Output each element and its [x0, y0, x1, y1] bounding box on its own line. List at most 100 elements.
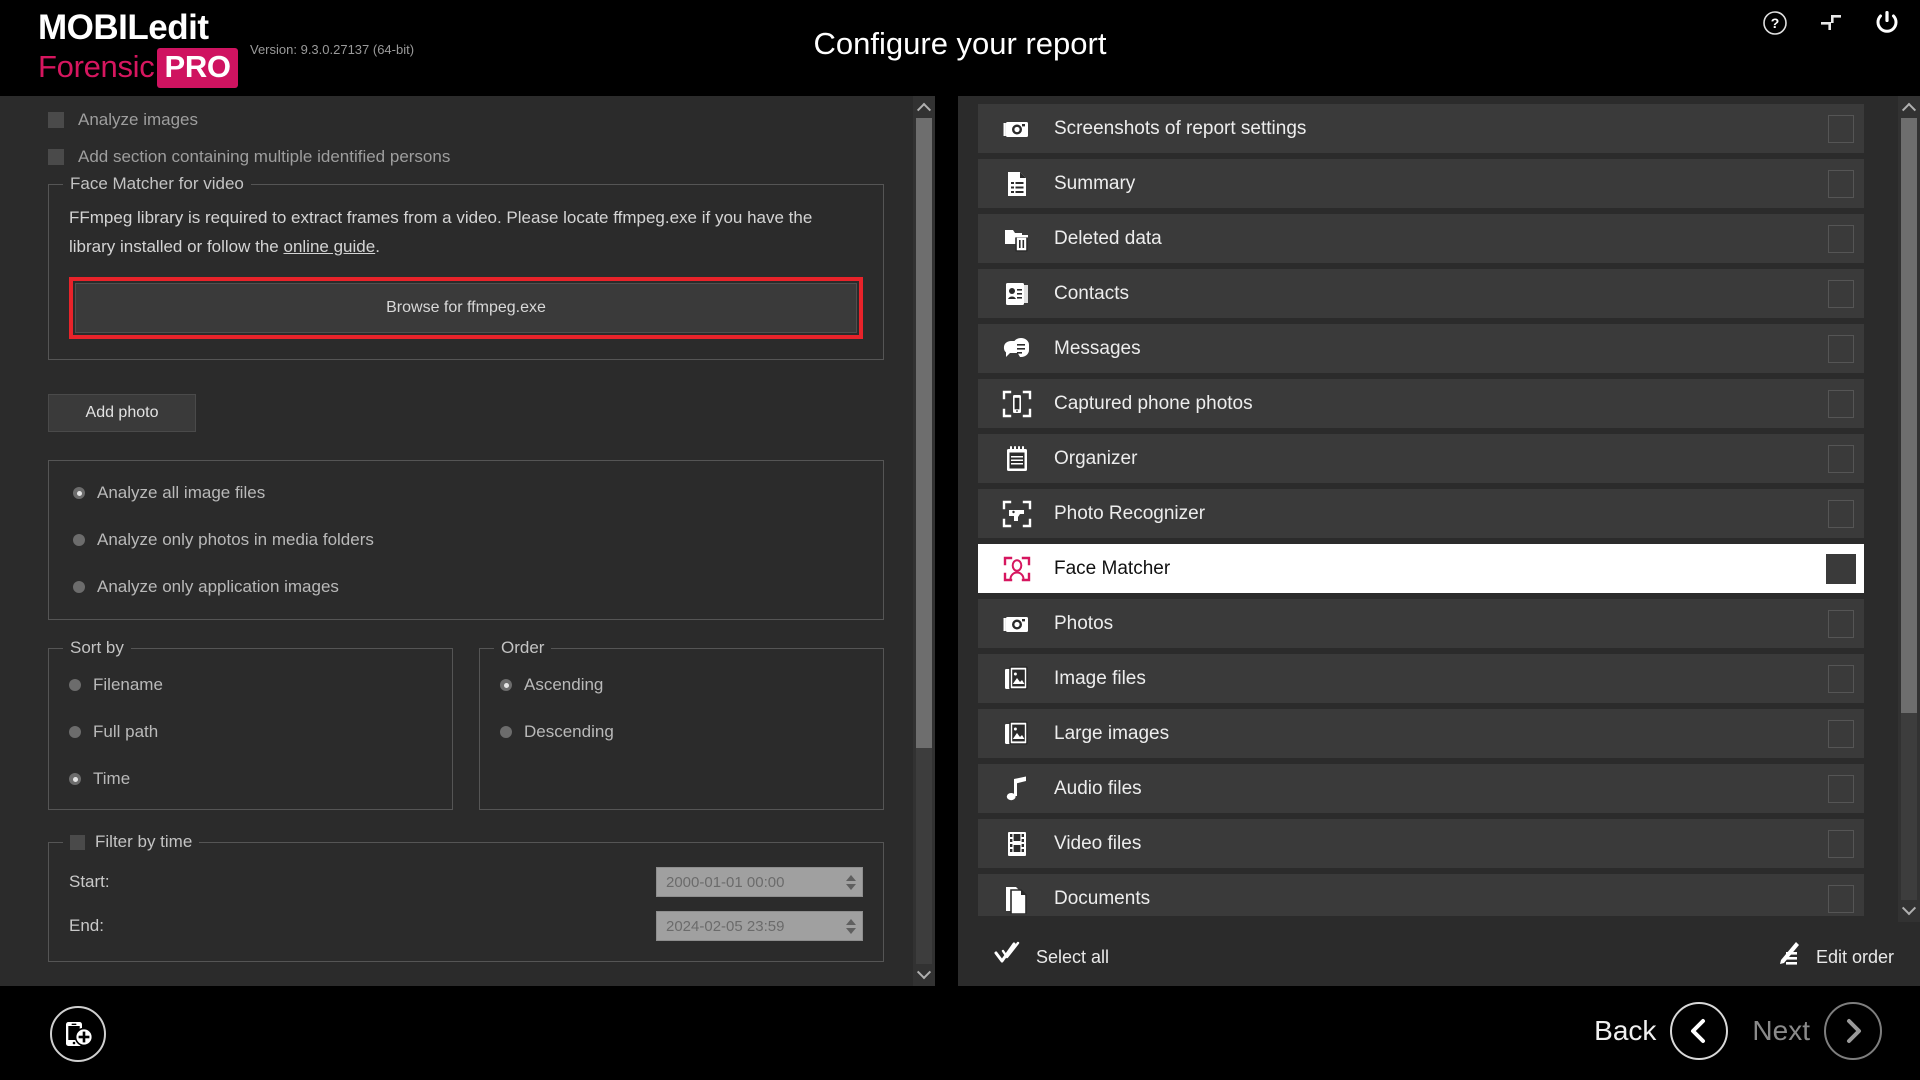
report-section-row[interactable]: Audio files	[978, 764, 1864, 813]
scroll-down-arrow[interactable]	[1898, 900, 1920, 922]
radio-sort-full-path[interactable]: Full path	[69, 722, 432, 742]
chevron-up-icon	[1902, 103, 1916, 117]
report-section-label: Video files	[1054, 833, 1141, 855]
help-circle-icon[interactable]: ?	[1758, 6, 1792, 40]
report-sections-list[interactable]: Screenshots of report settings Summary Del…	[958, 104, 1878, 916]
radio-order-descending[interactable]: Descending	[500, 722, 863, 742]
checkbox-box[interactable]	[48, 149, 64, 165]
wizard-navigation: Back Next	[1594, 1002, 1882, 1060]
add-photo-button[interactable]: Add photo	[48, 394, 196, 432]
report-section-checkbox[interactable]	[1828, 775, 1854, 803]
report-section-row[interactable]: Contacts	[978, 269, 1864, 318]
app-header: MOBILedit ForensicPRO Version: 9.3.0.271…	[0, 0, 1920, 96]
report-section-label: Captured phone photos	[1054, 393, 1253, 415]
scroll-down-arrow[interactable]	[913, 964, 935, 986]
select-all-button[interactable]: Select all	[994, 941, 1109, 974]
radio-label: Analyze all image files	[97, 483, 265, 503]
add-device-icon[interactable]	[50, 1006, 106, 1062]
report-section-row[interactable]: Face Matcher	[978, 544, 1864, 593]
application-window: MOBILedit ForensicPRO Version: 9.3.0.271…	[0, 0, 1920, 1080]
next-button[interactable]: Next	[1752, 1002, 1882, 1060]
group-title-with-checkbox[interactable]: Filter by time	[63, 832, 199, 852]
report-section-row[interactable]: Captured phone photos	[978, 379, 1864, 428]
radio-analyze-media-folders[interactable]: Analyze only photos in media folders	[73, 530, 859, 550]
report-section-checkbox[interactable]	[1828, 665, 1854, 693]
report-section-label: Face Matcher	[1054, 558, 1170, 580]
radio-label: Descending	[524, 722, 614, 742]
report-section-row[interactable]: Image files	[978, 654, 1864, 703]
select-all-label: Select all	[1036, 947, 1109, 968]
radio-indicator[interactable]	[73, 581, 85, 593]
end-datetime-field[interactable]: 2024-02-05 23:59	[656, 911, 863, 941]
checkbox-box[interactable]	[48, 112, 64, 128]
report-section-checkbox[interactable]	[1828, 170, 1854, 198]
radio-sort-filename[interactable]: Filename	[69, 675, 432, 695]
report-section-row[interactable]: Large images	[978, 709, 1864, 758]
report-section-checkbox[interactable]	[1828, 390, 1854, 418]
radio-indicator[interactable]	[69, 773, 81, 785]
right-panel-scrollbar[interactable]	[1898, 96, 1920, 922]
chevron-right-icon[interactable]	[1824, 1002, 1882, 1060]
browse-ffmpeg-button[interactable]: Browse for ffmpeg.exe	[75, 283, 857, 333]
chevron-down-icon	[1902, 901, 1916, 915]
report-section-row[interactable]: Photo Recognizer	[978, 489, 1864, 538]
radio-analyze-all-image-files[interactable]: Analyze all image files	[73, 483, 859, 503]
report-section-checkbox[interactable]	[1828, 610, 1854, 638]
scroll-thumb[interactable]	[916, 118, 932, 748]
scroll-up-arrow[interactable]	[1898, 96, 1920, 118]
left-panel-scrollbar[interactable]	[913, 96, 935, 986]
report-section-checkbox[interactable]	[1828, 885, 1854, 913]
report-section-checkbox[interactable]	[1828, 335, 1854, 363]
report-section-row[interactable]: Screenshots of report settings	[978, 104, 1864, 153]
minimize-icon[interactable]	[1814, 6, 1848, 40]
end-datetime-spinner[interactable]	[840, 912, 862, 940]
radio-indicator[interactable]	[73, 534, 85, 546]
radio-indicator[interactable]	[500, 726, 512, 738]
end-datetime-value: 2024-02-05 23:59	[657, 912, 840, 940]
report-section-row[interactable]: Messages	[978, 324, 1864, 373]
scroll-thumb[interactable]	[1901, 118, 1917, 713]
report-section-row[interactable]: Documents	[978, 874, 1864, 916]
checkbox-analyze-images[interactable]: Analyze images	[48, 110, 884, 130]
start-datetime-field[interactable]: 2000-01-01 00:00	[656, 867, 863, 897]
report-section-checkbox[interactable]	[1828, 500, 1854, 528]
radio-sort-time[interactable]: Time	[69, 769, 432, 789]
online-guide-link[interactable]: online guide	[283, 237, 375, 256]
report-section-checkbox[interactable]	[1828, 280, 1854, 308]
checkbox-filter-by-time[interactable]	[70, 835, 85, 850]
report-section-row[interactable]: Deleted data	[978, 214, 1864, 263]
report-section-label: Photo Recognizer	[1054, 503, 1205, 525]
radio-label: Analyze only application images	[97, 577, 339, 597]
report-section-checkbox[interactable]	[1828, 830, 1854, 858]
spin-down-icon[interactable]	[846, 928, 856, 934]
checkbox-multiple-persons[interactable]: Add section containing multiple identifi…	[48, 147, 884, 167]
report-section-row[interactable]: Organizer	[978, 434, 1864, 483]
report-section-row[interactable]: Photos	[978, 599, 1864, 648]
report-section-checkbox[interactable]	[1828, 720, 1854, 748]
end-time-row: End: 2024-02-05 23:59	[69, 911, 863, 941]
radio-indicator[interactable]	[69, 726, 81, 738]
radio-order-ascending[interactable]: Ascending	[500, 675, 863, 695]
radio-label: Time	[93, 769, 130, 789]
report-section-label: Photos	[1054, 613, 1113, 635]
report-section-checkbox[interactable]	[1828, 445, 1854, 473]
radio-indicator[interactable]	[73, 487, 85, 499]
report-section-checkbox[interactable]	[1826, 554, 1856, 584]
scroll-up-arrow[interactable]	[913, 96, 935, 118]
report-section-row[interactable]: Summary	[978, 159, 1864, 208]
back-button[interactable]: Back	[1594, 1002, 1728, 1060]
radio-indicator[interactable]	[500, 679, 512, 691]
chevron-left-icon[interactable]	[1670, 1002, 1728, 1060]
start-datetime-spinner[interactable]	[840, 868, 862, 896]
power-icon[interactable]	[1870, 6, 1904, 40]
edit-order-button[interactable]: Edit order	[1772, 941, 1894, 974]
spin-down-icon[interactable]	[846, 884, 856, 890]
radio-analyze-application-images[interactable]: Analyze only application images	[73, 577, 859, 597]
spin-up-icon[interactable]	[846, 919, 856, 925]
spin-up-icon[interactable]	[846, 875, 856, 881]
report-section-checkbox[interactable]	[1828, 115, 1854, 143]
report-section-checkbox[interactable]	[1828, 225, 1854, 253]
radio-indicator[interactable]	[69, 679, 81, 691]
ffmpeg-desc-part2: .	[375, 237, 380, 256]
report-section-row[interactable]: Video files	[978, 819, 1864, 868]
